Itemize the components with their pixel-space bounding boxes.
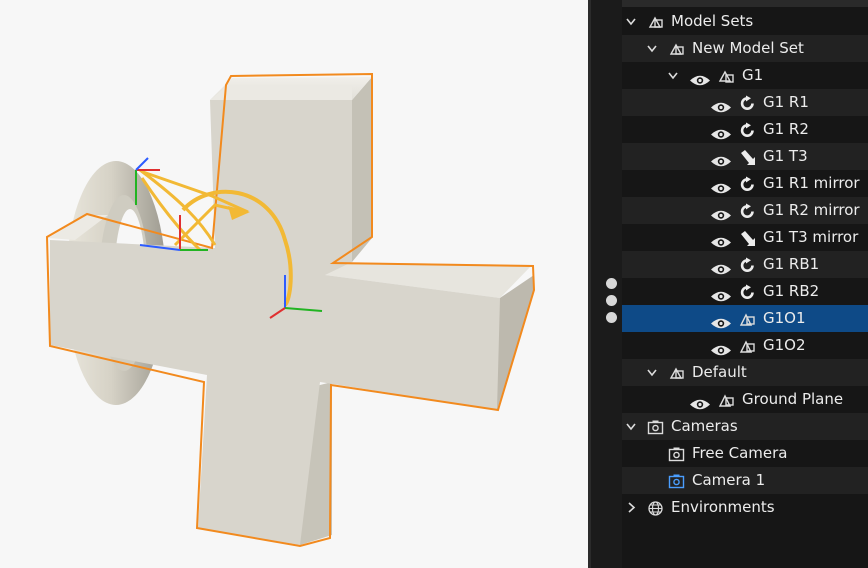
chevron-down-icon[interactable] (666, 62, 680, 89)
tree-row-label: Camera 1 (692, 471, 766, 489)
tree-row-label: G1 T3 mirror (763, 228, 859, 246)
tree-row-g1-rb1[interactable]: G1 RB1 (622, 251, 868, 278)
tree-row-g1o1[interactable]: G1O1 (622, 305, 868, 332)
tree-row-label: G1 R1 mirror (763, 174, 860, 192)
tree-row-label: G1 T3 (763, 147, 808, 165)
tree-row-camera-1[interactable]: Camera 1 (622, 467, 868, 494)
translation-joint-icon (739, 229, 756, 246)
eye-icon[interactable] (710, 204, 732, 221)
chevron-right-icon[interactable] (624, 494, 638, 521)
tree-row-label: Environments (671, 498, 775, 516)
splitter-handle-dot[interactable] (606, 312, 617, 323)
camera-icon (668, 445, 685, 462)
globe-icon (647, 499, 664, 516)
camera-icon (647, 418, 664, 435)
model-set-icon (668, 364, 685, 381)
tree-row-ground-plane[interactable]: Ground Plane (622, 386, 868, 413)
chevron-down-icon[interactable] (645, 359, 659, 386)
tree-row-label: G1 (742, 66, 764, 84)
tree-row-new-model-set[interactable]: New Model Set (622, 35, 868, 62)
tree-row-g1-rb2[interactable]: G1 RB2 (622, 278, 868, 305)
tree-row-label: New Model Set (692, 39, 804, 57)
translation-joint-icon (739, 148, 756, 165)
eye-icon[interactable] (689, 69, 711, 86)
tree-row-free-camera[interactable]: Free Camera (622, 440, 868, 467)
model-object-icon (718, 391, 735, 408)
tree-row-g1-t3-mirror[interactable]: G1 T3 mirror (622, 224, 868, 251)
tree-row-label: G1O1 (763, 309, 806, 327)
tree-row-g1o2[interactable]: G1O2 (622, 332, 868, 359)
splitter-handle-dot[interactable] (606, 295, 617, 306)
tree-row-cameras[interactable]: Cameras (622, 413, 868, 440)
chevron-down-icon[interactable] (645, 35, 659, 62)
tree-row-label: G1 R1 (763, 93, 809, 111)
scene-tree-panel[interactable]: Model Sets New Model Set G1 G1 R1 G1 R2 G1 T3… (622, 0, 868, 568)
rotation-joint-icon (739, 175, 756, 192)
rotation-joint-icon (739, 283, 756, 300)
tree-row-label: Free Camera (692, 444, 788, 462)
rotation-joint-icon (739, 94, 756, 111)
tree-row-g1-r2-mirror[interactable]: G1 R2 mirror (622, 197, 868, 224)
model-object-icon (739, 337, 756, 354)
eye-icon[interactable] (710, 339, 732, 356)
tree-row-label: G1 R2 mirror (763, 201, 860, 219)
splitter-handle-dot[interactable] (606, 278, 617, 289)
tree-row-g1-r2[interactable]: G1 R2 (622, 116, 868, 143)
model-set-icon (668, 40, 685, 57)
scene-tree-header (622, 0, 868, 7)
scene-canvas[interactable] (0, 0, 588, 568)
rotation-joint-icon (739, 256, 756, 273)
rotation-joint-icon (739, 202, 756, 219)
eye-icon[interactable] (710, 231, 732, 248)
eye-icon[interactable] (710, 96, 732, 113)
model-object-icon (739, 310, 756, 327)
tree-row-g1-t3[interactable]: G1 T3 (622, 143, 868, 170)
tree-row-g1[interactable]: G1 (622, 62, 868, 89)
eye-icon[interactable] (710, 285, 732, 302)
tree-row-label: G1O2 (763, 336, 806, 354)
cross-model[interactable] (45, 72, 536, 548)
3d-viewport[interactable] (0, 0, 588, 568)
tree-row-default[interactable]: Default (622, 359, 868, 386)
eye-icon[interactable] (710, 312, 732, 329)
model-set-icon (647, 13, 664, 30)
tree-row-label: G1 RB1 (763, 255, 820, 273)
camera-active-icon (668, 472, 685, 489)
chevron-down-icon[interactable] (624, 8, 638, 35)
tree-row-label: Ground Plane (742, 390, 844, 408)
eye-icon[interactable] (710, 258, 732, 275)
model-group-icon (718, 67, 735, 84)
eye-icon[interactable] (710, 150, 732, 167)
splitter-edge (588, 0, 591, 568)
tree-row-label: Cameras (671, 417, 738, 435)
tree-row-label: Model Sets (671, 12, 754, 30)
tree-row-label: Default (692, 363, 747, 381)
tree-row-label: G1 RB2 (763, 282, 820, 300)
tree-row-g1-r1-mirror[interactable]: G1 R1 mirror (622, 170, 868, 197)
chevron-down-icon[interactable] (624, 413, 638, 440)
tree-row-label: G1 R2 (763, 120, 809, 138)
tree-row-model-sets[interactable]: Model Sets (622, 8, 868, 35)
eye-icon[interactable] (689, 393, 711, 410)
rotation-joint-icon (739, 121, 756, 138)
tree-row-g1-r1[interactable]: G1 R1 (622, 89, 868, 116)
eye-icon[interactable] (710, 123, 732, 140)
tree-row-environments[interactable]: Environments (622, 494, 868, 521)
eye-icon[interactable] (710, 177, 732, 194)
